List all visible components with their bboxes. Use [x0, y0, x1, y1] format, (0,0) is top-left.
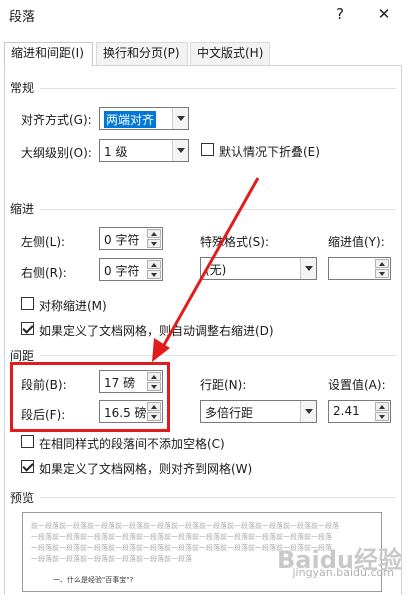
- tab-indent-spacing[interactable]: 缩进和间距(I): [4, 42, 93, 66]
- watermark-url: jingyan.baidu.com: [292, 566, 394, 579]
- annotation-arrow: [152, 177, 260, 362]
- arrow-shaft: [158, 177, 260, 353]
